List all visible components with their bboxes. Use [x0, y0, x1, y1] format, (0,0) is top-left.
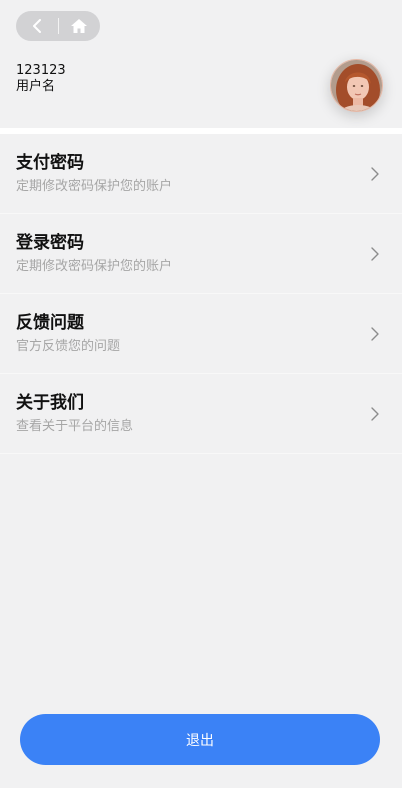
avatar-photo	[331, 60, 382, 111]
username-label: 用户名	[16, 79, 56, 94]
menu-item-title: 反馈问题	[16, 313, 84, 333]
menu-item-subtitle: 定期修改密码保护您的账户	[16, 259, 173, 274]
user-id: 123123	[16, 63, 66, 78]
menu-item-login-password[interactable]: 登录密码 定期修改密码保护您的账户	[0, 214, 402, 294]
avatar[interactable]	[330, 59, 383, 112]
chevron-right-icon	[371, 167, 379, 181]
chevron-right-icon	[371, 247, 379, 261]
menu-item-title: 支付密码	[16, 153, 84, 173]
menu-item-title: 关于我们	[16, 393, 84, 413]
menu-item-title: 登录密码	[16, 233, 84, 253]
settings-list: 支付密码 定期修改密码保护您的账户 登录密码 定期修改密码保护您的账户 反馈问题…	[0, 134, 402, 454]
user-info: 123123 用户名	[16, 63, 66, 95]
home-icon	[71, 19, 88, 33]
chevron-left-icon	[32, 19, 41, 33]
menu-item-about-us[interactable]: 关于我们 查看关于平台的信息	[0, 374, 402, 454]
back-button[interactable]	[16, 11, 58, 41]
chevron-right-icon	[371, 407, 379, 421]
home-button[interactable]	[58, 11, 100, 41]
menu-item-subtitle: 查看关于平台的信息	[16, 419, 134, 434]
logout-button[interactable]: 退出	[20, 714, 380, 765]
menu-item-pay-password[interactable]: 支付密码 定期修改密码保护您的账户	[0, 134, 402, 214]
menu-item-subtitle: 定期修改密码保护您的账户	[16, 179, 173, 194]
menu-item-feedback[interactable]: 反馈问题 官方反馈您的问题	[0, 294, 402, 374]
menu-item-subtitle: 官方反馈您的问题	[16, 339, 121, 354]
profile-page: 123123 用户名 支付密码 定期修改密码保护您的账户 登录密码 定期修改密码…	[0, 0, 402, 788]
nav-capsule	[16, 11, 100, 41]
chevron-right-icon	[371, 327, 379, 341]
